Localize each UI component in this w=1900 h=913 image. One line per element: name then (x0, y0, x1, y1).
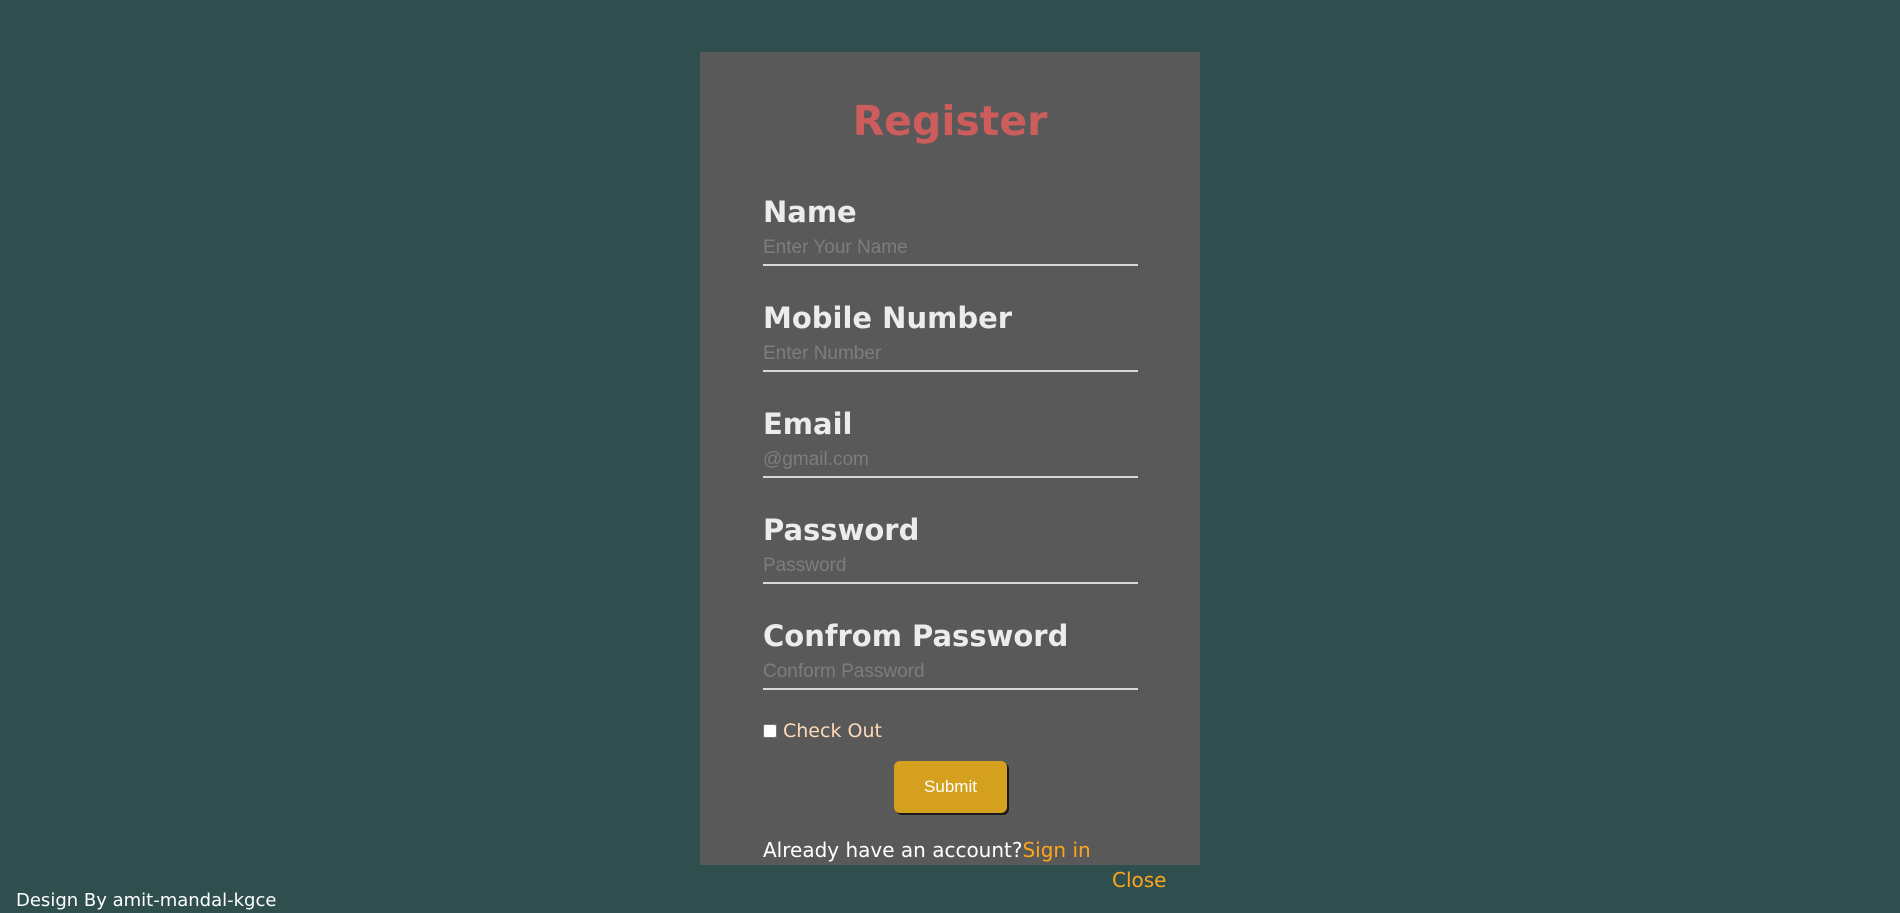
sign-in-prompt: Already have an account?Sign in (763, 838, 1091, 862)
account-prompt-text: Already have an account? (763, 838, 1023, 862)
password-label: Password (763, 513, 920, 547)
check-out-checkbox[interactable] (763, 724, 777, 738)
mobile-number-label: Mobile Number (763, 301, 1013, 335)
name-label: Name (763, 195, 857, 229)
confirm-password-field-group: Confrom Password (763, 618, 1138, 690)
confirm-password-input[interactable] (763, 656, 1138, 690)
check-out-label[interactable]: Check Out (783, 720, 882, 742)
check-out-row: Check Out (763, 720, 882, 742)
name-field-group: Name (763, 194, 1138, 266)
close-link[interactable]: Close (1112, 868, 1166, 892)
submit-button[interactable]: Submit (894, 761, 1007, 813)
form-title: Register (852, 97, 1048, 145)
mobile-number-field-group: Mobile Number (763, 300, 1138, 372)
email-field-group: Email (763, 406, 1138, 478)
register-form-card: Register Name Mobile Number Email Passwo… (700, 52, 1200, 865)
sign-in-link[interactable]: Sign in (1022, 838, 1090, 862)
confirm-password-label: Confrom Password (763, 619, 1069, 653)
email-input[interactable] (763, 444, 1138, 478)
mobile-number-input[interactable] (763, 338, 1138, 372)
password-input[interactable] (763, 550, 1138, 584)
design-credit: Design By amit-mandal-kgce (16, 890, 277, 911)
email-label: Email (763, 407, 853, 441)
name-input[interactable] (763, 232, 1138, 266)
password-field-group: Password (763, 512, 1138, 584)
